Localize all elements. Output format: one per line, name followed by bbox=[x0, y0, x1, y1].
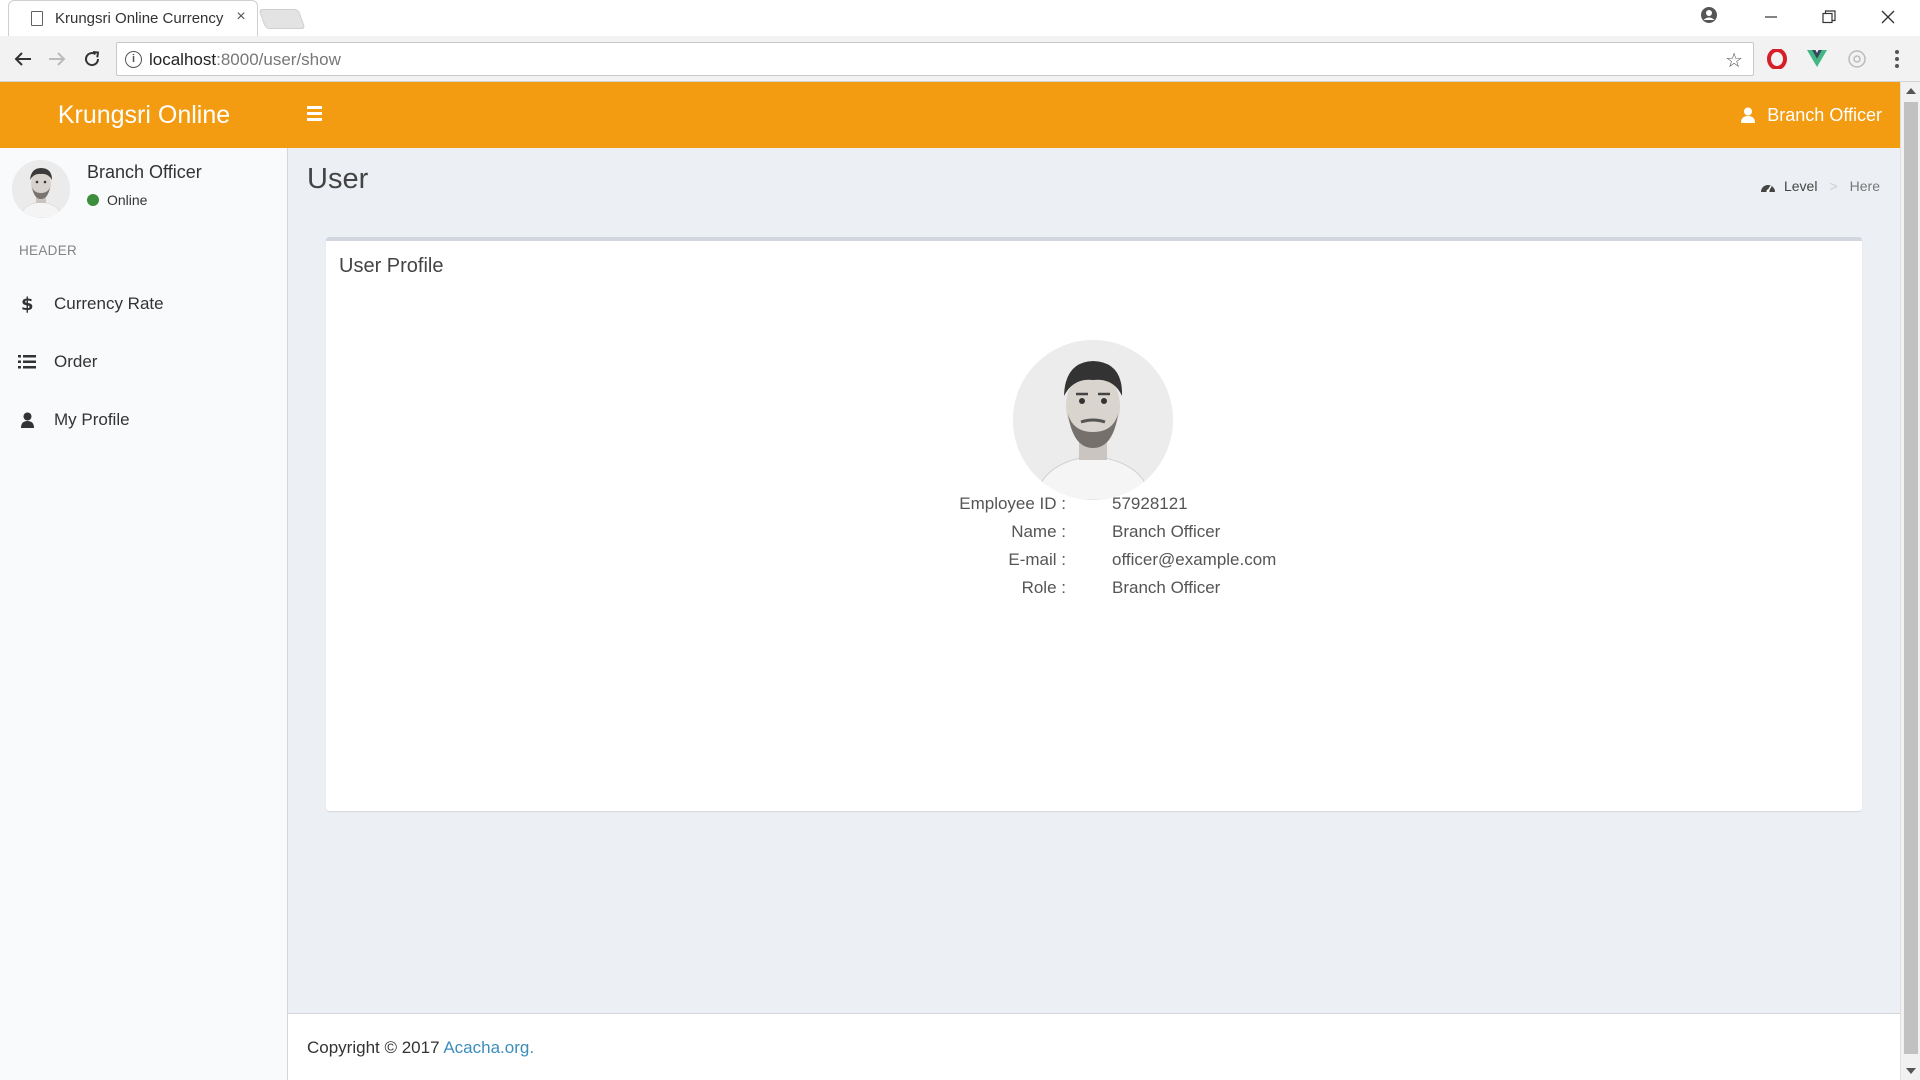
browser-tabstrip: Krungsri Online Currency × bbox=[0, 0, 1920, 36]
app-header: Krungsri Online Branch Officer bbox=[0, 82, 1900, 148]
footer: Copyright © 2017 Acacha.org. bbox=[288, 1013, 1900, 1080]
profile-row-name: Name : Branch Officer bbox=[326, 522, 1862, 550]
vue-extension-icon[interactable] bbox=[1805, 47, 1829, 71]
footer-text: Copyright © 2017 Acacha.org. bbox=[307, 1038, 534, 1058]
footer-link[interactable]: Acacha.org. bbox=[443, 1038, 534, 1057]
restore-button[interactable] bbox=[1801, 0, 1857, 34]
page-title: User bbox=[307, 163, 369, 195]
scroll-thumb[interactable] bbox=[1904, 102, 1918, 1054]
user-panel: Branch Officer Online bbox=[0, 148, 288, 228]
field-value: officer@example.com bbox=[1112, 550, 1277, 569]
page-icon bbox=[31, 11, 43, 26]
address-bar[interactable]: i localhost:8000/user/show ☆ bbox=[116, 42, 1754, 76]
field-value: 57928121 bbox=[1112, 494, 1188, 513]
profile-row-email: E-mail : officer@example.com bbox=[326, 550, 1862, 578]
scroll-down-arrow-icon[interactable] bbox=[1906, 1068, 1916, 1074]
profile-row-role: Role : Branch Officer bbox=[326, 578, 1862, 606]
sidebar-user-name: Branch Officer bbox=[87, 162, 202, 182]
sidebar-toggle-icon[interactable] bbox=[302, 106, 326, 126]
breadcrumb-current: Here bbox=[1849, 178, 1880, 194]
dollar-icon: $ bbox=[0, 294, 54, 314]
sidebar-item-order[interactable]: Order bbox=[0, 334, 288, 390]
forward-button[interactable] bbox=[44, 46, 70, 72]
sidebar-item-currency-rate[interactable]: $ Currency Rate bbox=[0, 276, 288, 332]
user-icon bbox=[1741, 107, 1756, 123]
avatar bbox=[12, 160, 70, 218]
close-icon bbox=[1881, 10, 1895, 24]
browser-toolbar: i localhost:8000/user/show ☆ bbox=[0, 36, 1920, 82]
field-value: Branch Officer bbox=[1112, 522, 1221, 541]
field-label: Name : bbox=[1011, 522, 1066, 541]
extension-icon[interactable] bbox=[1845, 47, 1869, 71]
online-status-icon bbox=[87, 194, 99, 206]
close-window-button[interactable] bbox=[1860, 0, 1916, 34]
minimize-button[interactable] bbox=[1743, 0, 1799, 34]
user-icon bbox=[0, 412, 54, 428]
field-label: Role : bbox=[1021, 578, 1066, 597]
field-label: E-mail : bbox=[1008, 550, 1066, 569]
sidebar: Branch Officer Online HEADER $ Currency … bbox=[0, 148, 288, 1080]
tab-close-icon[interactable]: × bbox=[231, 7, 251, 27]
copyright-text: Copyright © 2017 bbox=[307, 1038, 440, 1057]
profile-row-employee-id: Employee ID : 57928121 bbox=[326, 494, 1862, 522]
header-user-name: Branch Officer bbox=[1767, 105, 1882, 125]
field-value: Branch Officer bbox=[1112, 578, 1221, 597]
minimize-icon bbox=[1765, 16, 1777, 18]
sidebar-item-my-profile[interactable]: My Profile bbox=[0, 392, 288, 448]
box-title: User Profile bbox=[339, 255, 444, 277]
forward-arrow-icon bbox=[49, 52, 66, 66]
breadcrumb-separator: > bbox=[1829, 178, 1838, 194]
profile-avatar bbox=[1013, 340, 1173, 500]
field-label: Employee ID : bbox=[959, 494, 1066, 513]
reload-button[interactable] bbox=[79, 46, 105, 72]
bookmark-star-icon[interactable]: ☆ bbox=[1725, 48, 1743, 73]
sidebar-header: HEADER bbox=[19, 243, 78, 258]
user-status: Online bbox=[87, 192, 147, 208]
back-button[interactable] bbox=[10, 46, 36, 72]
list-icon bbox=[0, 355, 54, 369]
breadcrumb: Level > Here bbox=[1760, 178, 1880, 194]
back-arrow-icon bbox=[14, 52, 31, 66]
browser-tab[interactable]: Krungsri Online Currency × bbox=[8, 0, 258, 36]
url-text: localhost:8000/user/show bbox=[149, 50, 341, 69]
sidebar-item-label: My Profile bbox=[54, 410, 130, 429]
tab-title: Krungsri Online Currency bbox=[55, 10, 224, 27]
sidebar-item-label: Order bbox=[54, 352, 98, 371]
svg-text:$: $ bbox=[21, 294, 33, 314]
browser-profile-icon[interactable] bbox=[1700, 6, 1718, 24]
new-tab-button[interactable] bbox=[258, 9, 306, 29]
reload-icon bbox=[85, 51, 100, 67]
browser-menu-icon[interactable] bbox=[1885, 47, 1909, 71]
user-menu[interactable]: Branch Officer bbox=[1741, 82, 1882, 148]
info-icon[interactable]: i bbox=[125, 51, 142, 68]
sidebar-item-label: Currency Rate bbox=[54, 294, 164, 313]
breadcrumb-level-link[interactable]: Level bbox=[1784, 178, 1817, 194]
opera-extension-icon[interactable] bbox=[1765, 47, 1789, 71]
user-status-text: Online bbox=[107, 192, 148, 208]
user-profile-box: User Profile Employee ID : 57928121 Name… bbox=[326, 237, 1862, 811]
scroll-up-arrow-icon[interactable] bbox=[1906, 88, 1916, 94]
restore-icon bbox=[1822, 10, 1836, 24]
app-logo[interactable]: Krungsri Online bbox=[0, 82, 288, 148]
dashboard-icon bbox=[1760, 184, 1775, 192]
page-scrollbar[interactable] bbox=[1900, 82, 1920, 1080]
